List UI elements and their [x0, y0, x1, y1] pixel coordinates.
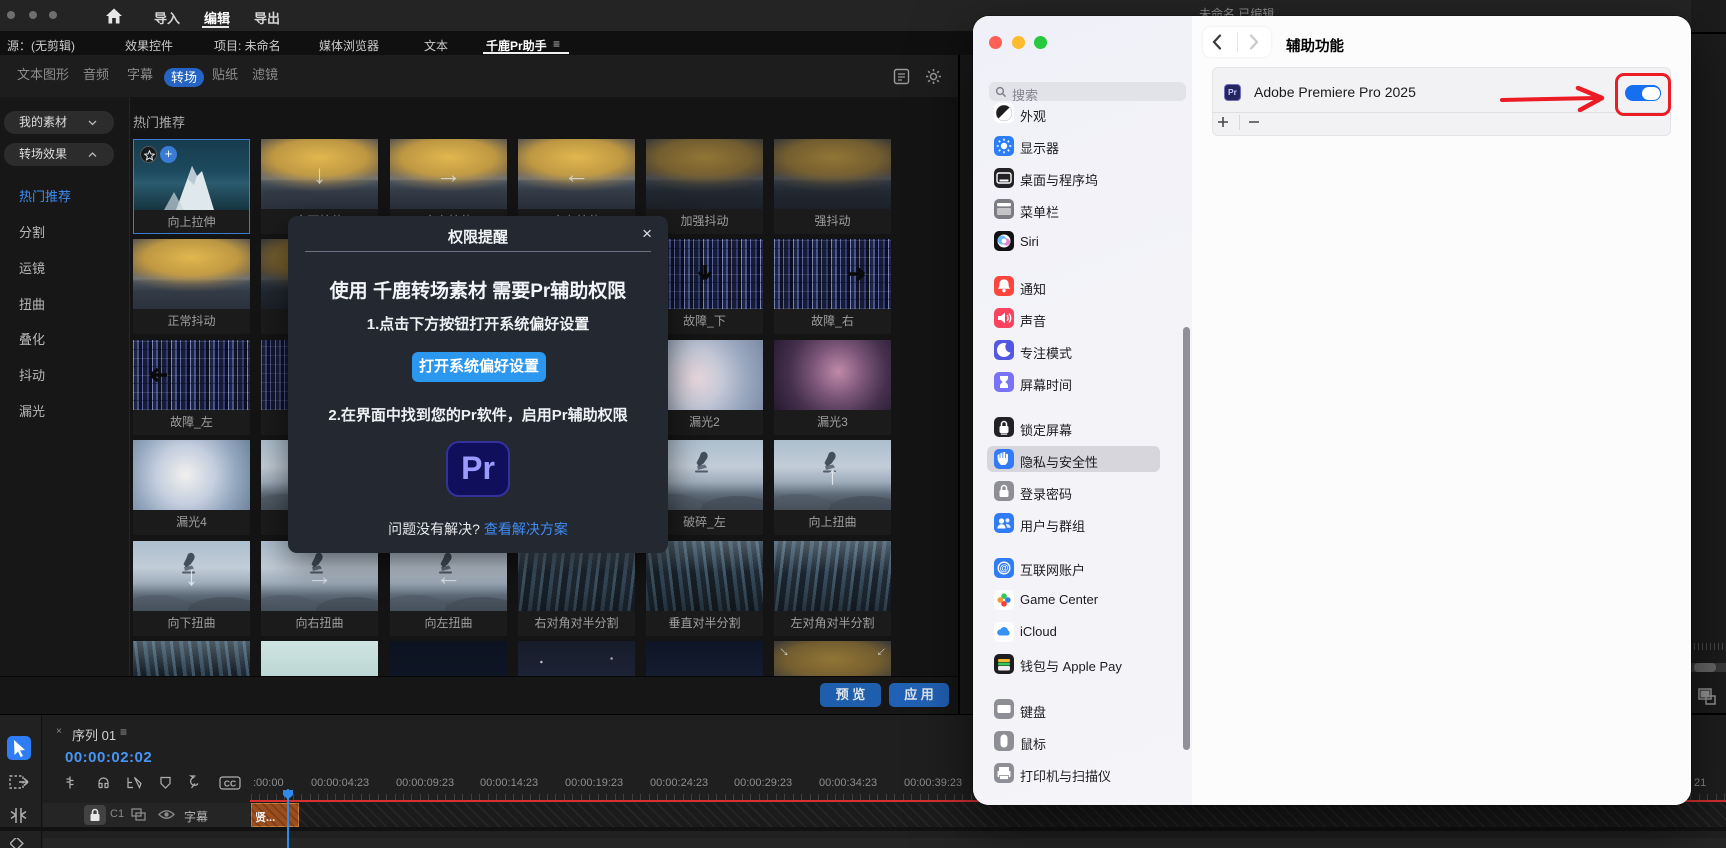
svg-text:@: @: [1000, 563, 1009, 573]
svg-text:CC: CC: [224, 779, 236, 789]
